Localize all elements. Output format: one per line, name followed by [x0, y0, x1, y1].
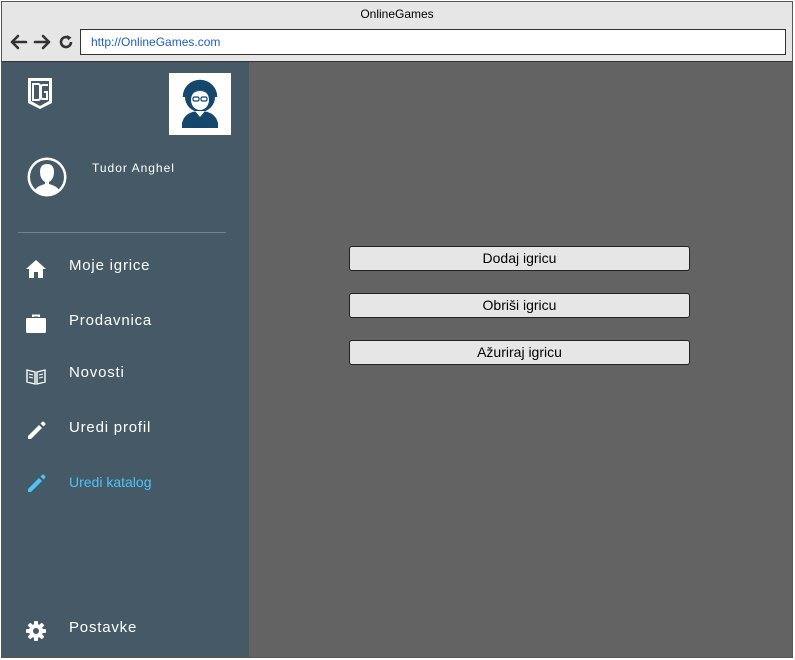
sidebar-item-novosti[interactable]: Novosti [2, 354, 249, 394]
main-panel: Dodaj igricu Obriši igricu Ažuriraj igri… [249, 62, 792, 657]
user-name: Tudor Anghel [92, 161, 175, 175]
pencil-icon [24, 472, 48, 496]
browser-nav-bar: http://OnlineGames.com [2, 26, 792, 61]
sidebar-item-moje-igrice[interactable]: Moje igrice [2, 247, 249, 287]
sidebar-item-label: Uredi profil [69, 419, 152, 436]
sidebar-item-label: Moje igrice [69, 257, 151, 274]
og-logo[interactable] [26, 76, 54, 110]
sidebar-item-label: Uredi katalog [69, 474, 152, 490]
book-icon [24, 364, 48, 388]
sidebar-item-label: Novosti [69, 364, 125, 381]
sidebar-item-postavke[interactable]: Postavke [2, 609, 249, 649]
forward-icon[interactable] [33, 33, 51, 51]
admin-badge-text: ADMIN [191, 124, 209, 130]
sidebar-item-uredi-profil[interactable]: Uredi profil [2, 409, 249, 449]
home-icon [24, 257, 48, 281]
url-input[interactable]: http://OnlineGames.com [80, 29, 786, 55]
page-content: ADMIN Tudor Anghel Moje igrice Prodavnic… [2, 61, 792, 657]
sidebar-item-label: Prodavnica [69, 312, 153, 329]
briefcase-icon [24, 312, 48, 336]
window-title: OnlineGames [360, 7, 434, 21]
sidebar-divider [18, 232, 226, 233]
add-game-button[interactable]: Dodaj igricu [349, 246, 690, 271]
sidebar-item-label: Postavke [69, 619, 138, 636]
admin-avatar: ADMIN [169, 73, 231, 135]
sidebar: ADMIN Tudor Anghel Moje igrice Prodavnic… [2, 62, 249, 657]
update-game-button[interactable]: Ažuriraj igricu [349, 340, 690, 365]
gear-icon [24, 619, 48, 643]
pencil-icon [24, 419, 48, 443]
back-icon[interactable] [10, 33, 28, 51]
user-avatar[interactable] [26, 156, 68, 198]
browser-window: OnlineGames http://OnlineGames.com ADMIN… [1, 1, 793, 658]
sidebar-item-uredi-katalog[interactable]: Uredi katalog [2, 462, 249, 502]
sidebar-item-prodavnica[interactable]: Prodavnica [2, 302, 249, 342]
reload-icon[interactable] [57, 33, 75, 51]
delete-game-button[interactable]: Obriši igricu [349, 293, 690, 318]
